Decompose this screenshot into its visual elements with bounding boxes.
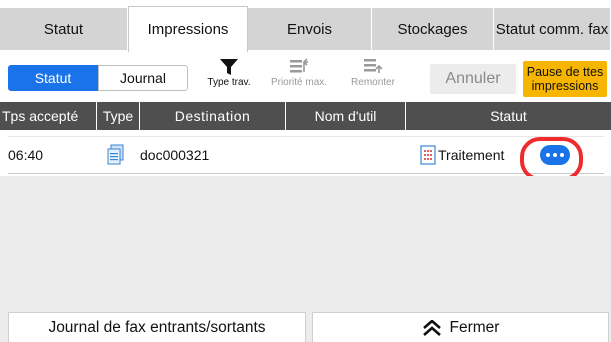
column-header-type[interactable]: Type: [97, 102, 140, 130]
type-trav-button[interactable]: Type trav.: [200, 58, 258, 98]
priorite-max-label: Priorité max.: [270, 77, 328, 88]
tab-statut-comm-fax[interactable]: Statut comm. fax: [494, 8, 611, 50]
table-row[interactable]: 06:40 doc000321 Traitement: [8, 136, 604, 174]
bottom-bar: Journal de fax entrants/sortants Fermer: [0, 308, 611, 342]
column-header-statut[interactable]: Statut: [406, 102, 611, 130]
job-table-header: Tps accepté Type Destination Nom d'util …: [0, 102, 611, 130]
filter-icon: [220, 59, 238, 75]
tab-stockages[interactable]: Stockages: [372, 8, 494, 50]
row-time: 06:40: [8, 147, 44, 163]
move-up-icon: [364, 59, 383, 73]
column-header-nom-util[interactable]: Nom d'util: [286, 102, 406, 130]
job-list-empty-area: [0, 176, 611, 308]
column-header-destination[interactable]: Destination: [140, 102, 286, 130]
document-icon: [106, 137, 126, 173]
tab-envois[interactable]: Envois: [248, 8, 372, 50]
annuler-button[interactable]: Annuler: [430, 64, 516, 94]
highlight-circle: [520, 137, 583, 181]
tab-bar: Statut Impressions Envois Stockages Stat…: [0, 0, 611, 52]
print-job-icon: [420, 137, 436, 173]
fermer-label: Fermer: [449, 318, 500, 336]
remonter-label: Remonter: [351, 77, 395, 88]
row-status: Traitement: [438, 147, 505, 163]
segment-journal[interactable]: Journal: [98, 65, 188, 91]
tab-impressions[interactable]: Impressions: [128, 6, 248, 52]
tab-statut[interactable]: Statut: [0, 8, 128, 50]
journal-fax-button[interactable]: Journal de fax entrants/sortants: [8, 312, 306, 342]
fermer-button[interactable]: Fermer: [312, 312, 609, 342]
priorite-max-button[interactable]: Priorité max.: [262, 58, 336, 98]
double-chevron-up-icon: [422, 319, 441, 336]
priority-icon: [290, 58, 308, 73]
column-header-tps-accepte[interactable]: Tps accepté: [0, 102, 97, 130]
segment-statut[interactable]: Statut: [8, 65, 98, 91]
toolbar: Statut Journal Type trav. Priorité max. …: [0, 52, 611, 100]
pause-all-prints-button[interactable]: Pause de ttes impressions: [523, 61, 607, 97]
remonter-button[interactable]: Remonter: [340, 58, 406, 98]
type-trav-label: Type trav.: [207, 77, 251, 88]
row-destination: doc000321: [140, 147, 210, 163]
